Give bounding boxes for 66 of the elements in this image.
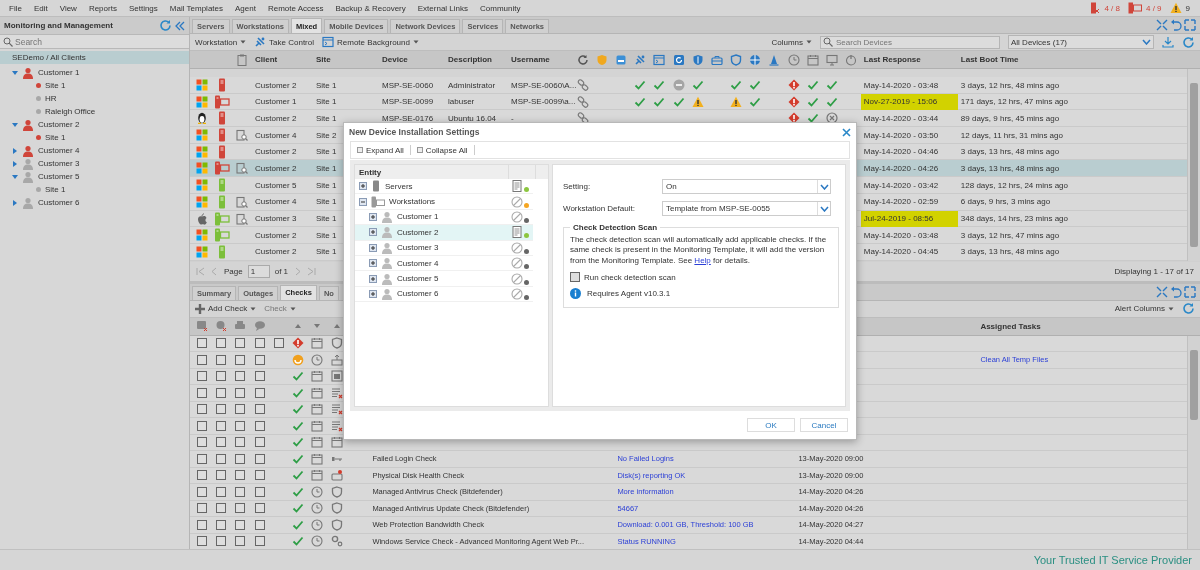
page-count: of 1 bbox=[274, 266, 289, 276]
status-count: 9 bbox=[1185, 3, 1190, 13]
table-cell: labuser bbox=[448, 97, 475, 107]
table-cell: Customer 2 bbox=[255, 247, 297, 257]
table-cell-text: May-14-2020 - 03:42 bbox=[862, 179, 940, 192]
table-cell: Administrator bbox=[448, 80, 496, 90]
table-cell-text: May-14-2020 - 03:44 bbox=[862, 112, 940, 125]
table-cell: Site 1 bbox=[316, 147, 337, 157]
table-cell-text: May-14-2020 - 02:59 bbox=[862, 196, 940, 209]
table-cell: 3 days, 13 hrs, 48 mins ago bbox=[960, 147, 1060, 157]
table-cell: Site 1 bbox=[316, 80, 337, 90]
field-label: Workstation Default: bbox=[563, 204, 636, 213]
table-cell: Site 1 bbox=[316, 97, 337, 107]
table-cell: Ubuntu 16.04 bbox=[448, 113, 497, 123]
table-cell: MSP-SE-0060\A... bbox=[511, 80, 577, 90]
table-cell: MSP-SE-0099\a... bbox=[511, 97, 576, 107]
table-cell: Customer 2 bbox=[255, 230, 297, 240]
table-cell: Customer 2 bbox=[255, 113, 297, 123]
table-cell-text: May-14-2020 - 03:48 bbox=[862, 79, 940, 92]
tagline: Your Trusted IT Service Provider bbox=[1033, 554, 1192, 566]
table-cell: - bbox=[511, 113, 514, 123]
table-cell: Site 1 bbox=[316, 180, 337, 190]
table-cell: Site 1 bbox=[316, 113, 337, 123]
table-cell: Customer 4 bbox=[255, 197, 297, 207]
table-cell: 12 days, 11 hrs, 31 mins ago bbox=[960, 130, 1063, 140]
page-label: Page bbox=[224, 266, 243, 276]
panel-title: Monitoring and Management bbox=[4, 21, 113, 30]
table-cell: 171 days, 12 hrs, 47 mins ago bbox=[960, 97, 1068, 107]
table-cell: Site 1 bbox=[316, 247, 337, 257]
table-cell: 89 days, 9 hrs, 45 mins ago bbox=[960, 113, 1060, 123]
table-cell: 3 days, 12 hrs, 48 mins ago bbox=[960, 80, 1060, 90]
table-cell: Site 1 bbox=[316, 230, 337, 240]
scan-description: The check detection scan will automatically add applicable checks. If the same check is present in the Monitoring Template, it will add the version from the Monitoring Template. See Help for details. bbox=[570, 235, 828, 267]
table-cell: MSP-SE-0060 bbox=[382, 80, 434, 90]
group-title: Check Detection Scan bbox=[572, 223, 659, 232]
table-cell: 128 days, 12 hrs, 24 mins ago bbox=[960, 180, 1068, 190]
table-cell: MSP-SE-0176 bbox=[382, 113, 434, 123]
table-cell: Customer 1 bbox=[255, 97, 297, 107]
table-cell: 3 days, 13 hrs, 48 mins ago bbox=[960, 163, 1060, 173]
paging-summary: Displaying 1 - 17 of 17 bbox=[1114, 266, 1194, 276]
table-cell-text: May-14-2020 - 04:45 bbox=[862, 246, 940, 259]
requirement-note: Requires Agent v10.3.1 bbox=[587, 289, 671, 299]
table-cell-text: May-14-2020 - 03:48 bbox=[862, 229, 940, 242]
table-cell: 3 days, 12 hrs, 47 mins ago bbox=[960, 230, 1060, 240]
table-cell-text: May-14-2020 - 03:50 bbox=[862, 129, 940, 142]
table-cell: Customer 2 bbox=[255, 163, 297, 173]
table-cell: Site 2 bbox=[316, 130, 337, 140]
table-cell: Customer 2 bbox=[255, 80, 297, 90]
field-label: Setting: bbox=[563, 182, 592, 191]
table-cell: Site 1 bbox=[316, 197, 337, 207]
table-cell: Customer 4 bbox=[255, 130, 297, 140]
table-cell: Site 1 bbox=[316, 163, 337, 173]
table-cell: MSP-SE-0099 bbox=[382, 97, 434, 107]
table-cell: Site 1 bbox=[316, 214, 337, 223]
dialog-title: New Device Installation Settings bbox=[349, 127, 480, 137]
table-cell: 3 days, 13 hrs, 48 mins ago bbox=[960, 247, 1060, 257]
table-cell: Customer 5 bbox=[255, 180, 297, 190]
status-count: 4 / 8 bbox=[1104, 3, 1120, 13]
table-cell-text: May-14-2020 - 04:46 bbox=[862, 146, 940, 159]
table-cell: Customer 3 bbox=[255, 214, 297, 223]
table-cell-text: May-14-2020 - 04:26 bbox=[862, 162, 940, 175]
checkbox-label: Run check detection scan bbox=[584, 272, 676, 282]
table-cell: 6 days, 9 hrs, 3 mins ago bbox=[960, 197, 1051, 207]
table-cell: 348 days, 14 hrs, 23 mins ago bbox=[960, 214, 1068, 223]
status-count: 4 / 9 bbox=[1145, 3, 1162, 13]
table-cell: Customer 2 bbox=[255, 147, 297, 157]
